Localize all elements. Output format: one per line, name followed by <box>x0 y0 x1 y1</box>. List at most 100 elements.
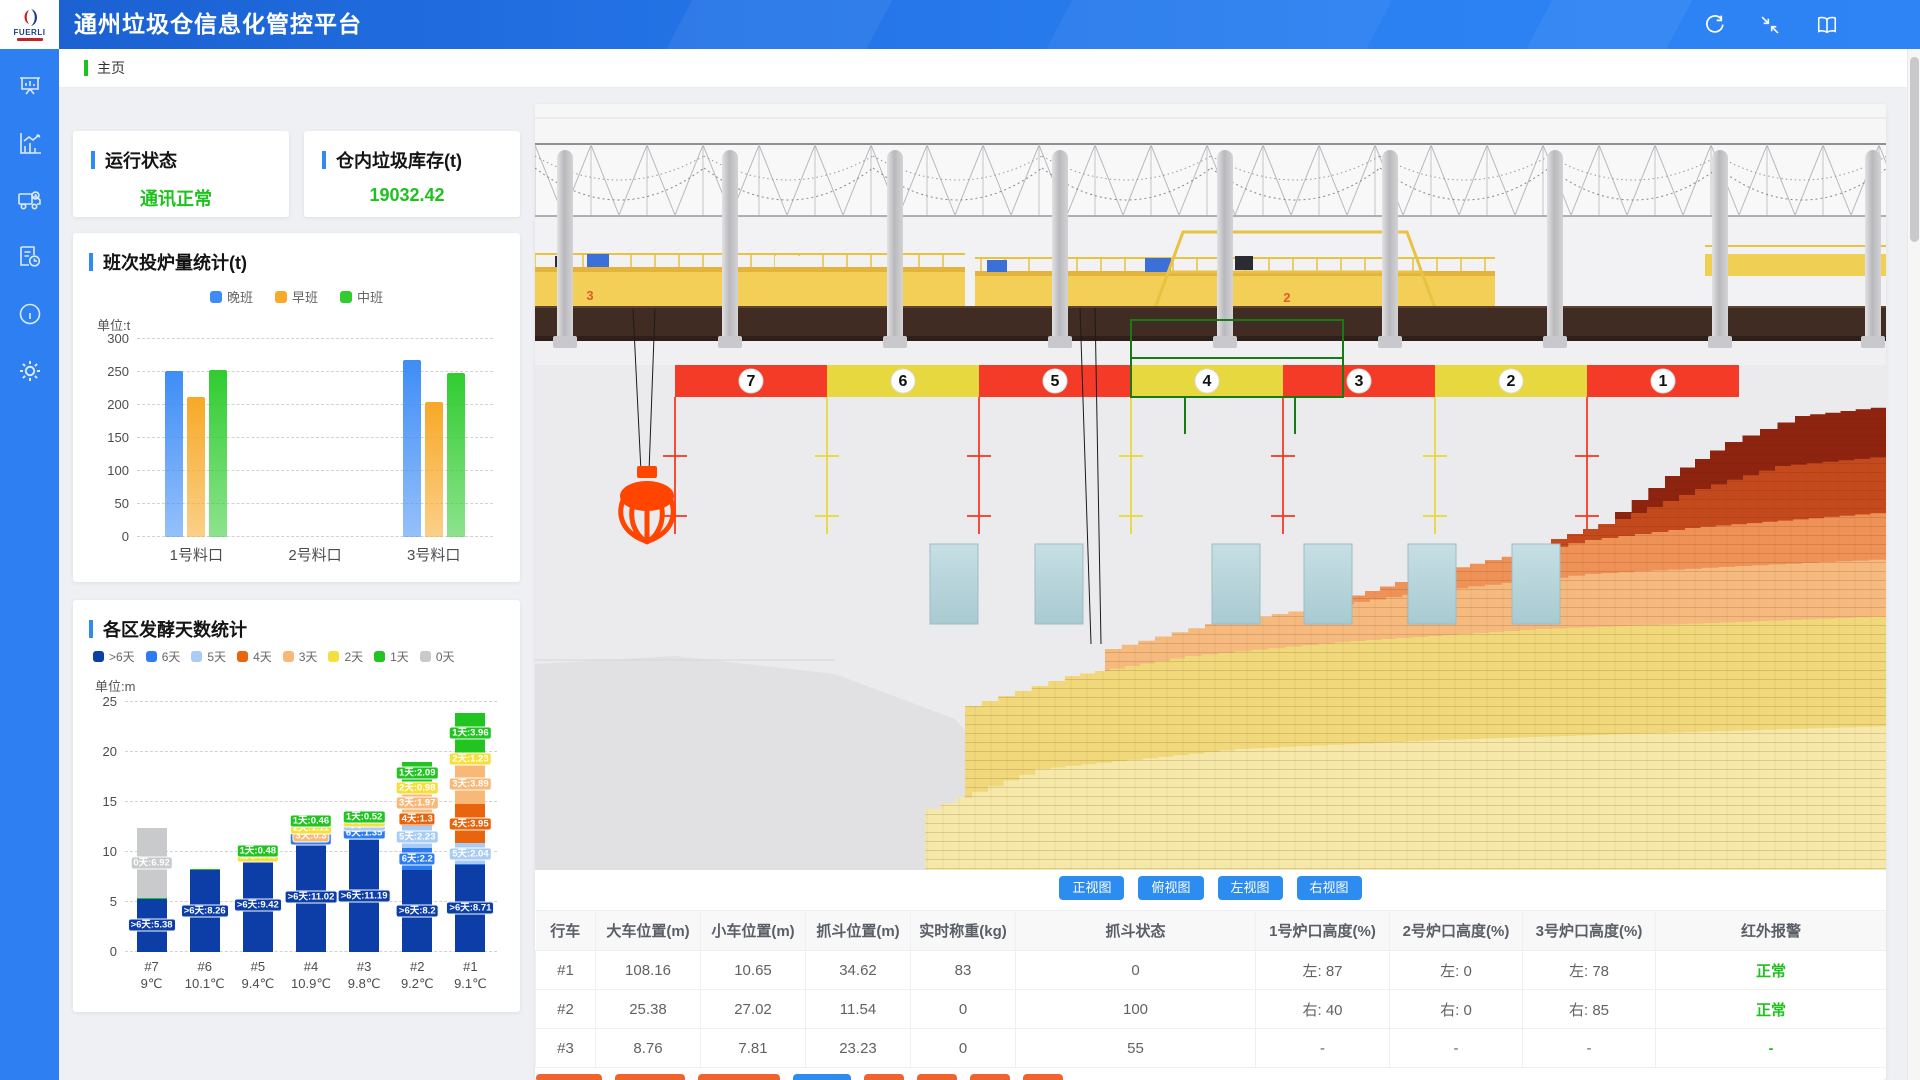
legend-item-2天[interactable]: 2天 <box>328 648 363 665</box>
sidebar-item-vehicle-monitor[interactable] <box>13 186 47 214</box>
stacked-bar-#1: >6天:8.715天:2.044天:3.953天:3.892天:1.231天:3… <box>455 713 485 952</box>
legend-label: 0天 <box>436 648 455 665</box>
sidebar-item-reports[interactable] <box>13 243 47 271</box>
legend-swatch <box>340 291 352 303</box>
footer-action-button[interactable] <box>615 1074 685 1080</box>
legend-item-晚班[interactable]: 晚班 <box>210 287 253 306</box>
footer-action-button[interactable] <box>864 1074 904 1080</box>
shift-output-chart-card: 班次投炉量统计(t) 晚班早班中班 单位:t 05010015020025030… <box>73 233 520 582</box>
stacked-bar-#2: >6天:8.26天:2.25天:2.234天:1.33天:1.972天:0.98… <box>402 762 432 952</box>
footer-action-button[interactable] <box>1023 1074 1063 1080</box>
warehouse-3d-view[interactable]: 327654321 <box>535 104 1886 870</box>
stacked-bar-#3: >6天:11.196天:1.355天:0.362天:0.361天:0.52 <box>349 814 379 952</box>
info-icon <box>17 301 43 327</box>
legend-item->6天[interactable]: >6天 <box>93 648 135 665</box>
view-button-左视图[interactable]: 左视图 <box>1218 876 1283 900</box>
logo-rule <box>17 38 43 41</box>
scene-text: 7 <box>747 373 756 390</box>
table-cell: #1 <box>536 951 596 990</box>
view-button-右视图[interactable]: 右视图 <box>1297 876 1362 900</box>
waste-stock-card: 仓内垃圾库存(t) 19032.42 <box>304 131 520 217</box>
document-clock-icon <box>17 244 43 270</box>
legend-item-中班[interactable]: 中班 <box>340 287 383 306</box>
sidebar-item-settings[interactable] <box>13 357 47 385</box>
table-cell: 0 <box>1016 951 1256 990</box>
bar-group <box>137 339 256 537</box>
x-axis-label: #59.4℃ <box>231 958 284 992</box>
legend-item-3天[interactable]: 3天 <box>283 648 318 665</box>
scene-text: 1 <box>1659 373 1668 390</box>
segment-label: 2天:0.98 <box>396 782 438 795</box>
legend-label: 3天 <box>299 648 318 665</box>
view-buttons: 正视图俯视图左视图右视图 <box>535 876 1886 900</box>
refresh-icon[interactable] <box>1702 14 1724 36</box>
sidebar-item-statistics[interactable] <box>13 129 47 157</box>
legend-item-5天[interactable]: 5天 <box>191 648 226 665</box>
footer-action-button[interactable] <box>698 1074 780 1080</box>
page-scrollbar[interactable] <box>1907 49 1920 1080</box>
exit-fullscreen-icon[interactable] <box>1760 15 1780 35</box>
segment-0天: 0天:6.92 <box>137 828 167 897</box>
legend-item-1天[interactable]: 1天 <box>374 648 409 665</box>
segment->6天: >6天:8.26 <box>190 869 220 952</box>
breadcrumb-label: 主页 <box>97 58 125 78</box>
view-button-俯视图[interactable]: 俯视图 <box>1138 876 1203 900</box>
footer-action-button[interactable] <box>970 1074 1010 1080</box>
bar-晚班 <box>165 371 183 537</box>
table-cell: 右: 85 <box>1523 990 1656 1029</box>
x-axis-label: #79℃ <box>125 958 178 992</box>
segment->6天: >6天:11.19 <box>349 840 379 952</box>
legend-swatch <box>93 651 104 662</box>
x-axis-label: #29.2℃ <box>391 958 444 992</box>
x-axis-label: 3号料口 <box>374 547 493 564</box>
segment-1天 <box>137 898 167 899</box>
legend-item-0天[interactable]: 0天 <box>420 648 455 665</box>
table-cell: #2 <box>536 990 596 1029</box>
app-header: 通州垃圾仓信息化管控平台 <box>59 0 1920 49</box>
x-axis-label: 1号料口 <box>137 547 256 564</box>
feed-door <box>1304 544 1352 624</box>
manual-book-icon[interactable] <box>1816 14 1838 36</box>
column-header: 实时称重(kg) <box>911 911 1016 951</box>
bar-chart-icon <box>17 130 43 156</box>
feed-door <box>1212 544 1260 624</box>
waste-stock-value: 19032.42 <box>322 185 492 206</box>
footer-action-button[interactable] <box>536 1074 602 1080</box>
header-decoration <box>1520 0 1697 49</box>
sidebar-item-about[interactable] <box>13 300 47 328</box>
footer-action-button[interactable] <box>917 1074 957 1080</box>
title-accent <box>322 151 326 169</box>
table-cell: 0 <box>911 1029 1016 1068</box>
legend-label: 4天 <box>253 648 272 665</box>
truck-icon <box>17 187 43 213</box>
legend-swatch <box>283 651 294 662</box>
title-accent <box>91 151 95 169</box>
segment-1天: 1天:0.46 <box>296 818 326 823</box>
bar-group: >6天:11.026天:0.483天:0.32天:1.111天:0.46 <box>284 702 337 952</box>
scene-text: 6 <box>899 373 908 390</box>
x-axis-label: 2号料口 <box>256 547 375 564</box>
segment-label: 6天:2.2 <box>399 853 436 866</box>
legend-item-4天[interactable]: 4天 <box>237 648 272 665</box>
scrollbar-thumb[interactable] <box>1910 57 1919 242</box>
segment-2天: 2天:0.98 <box>402 783 432 793</box>
logo-text: FUERLI <box>14 29 46 37</box>
segment-label: 0天:6.92 <box>130 857 172 870</box>
table-header-row: 行车大车位置(m)小车位置(m)抓斗位置(m)实时称重(kg)抓斗状态1号炉口高… <box>536 911 1887 951</box>
table-cell: 27.02 <box>701 990 806 1029</box>
legend-item-6天[interactable]: 6天 <box>146 648 181 665</box>
table-cell: 34.62 <box>806 951 911 990</box>
legend-label: 中班 <box>357 287 383 306</box>
table-cell: 8.76 <box>596 1029 701 1068</box>
legend-item-早班[interactable]: 早班 <box>275 287 318 306</box>
bar-group: >6天:8.715天:2.044天:3.953天:3.892天:1.231天:3… <box>444 702 497 952</box>
scene-text: 3 <box>1355 373 1364 390</box>
header-decoration <box>1040 0 1397 49</box>
sidebar-item-dashboard[interactable] <box>13 72 47 100</box>
view-button-正视图[interactable]: 正视图 <box>1059 876 1124 900</box>
breadcrumb[interactable]: 主页 <box>59 49 1920 88</box>
footer-action-button[interactable] <box>793 1074 851 1080</box>
table-cell: 83 <box>911 951 1016 990</box>
segment-label: >6天:11.19 <box>338 890 391 903</box>
table-cell: 正常 <box>1656 990 1887 1029</box>
